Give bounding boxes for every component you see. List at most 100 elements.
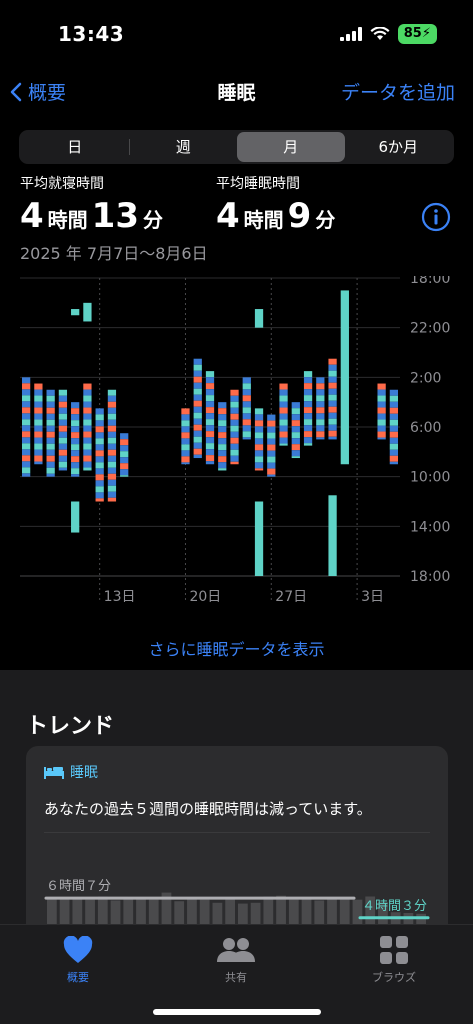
sleep-bar [181,426,190,433]
sleep-bar [58,401,68,408]
sleep-bar [279,413,288,420]
show-more-sleep-data-link[interactable]: さらに睡眠データを表示 [0,636,473,660]
sleep-bar [291,420,300,427]
sleep-bar [58,467,68,471]
sleep-bar [254,426,264,433]
add-data-button[interactable]: データを追加 [341,78,455,105]
sleep-bar [71,468,80,475]
sleep-bar [389,389,398,396]
sleep-bar [71,402,80,409]
sleep-bar [58,407,68,414]
sleep-bar [120,451,129,458]
sleep-bar [377,407,386,414]
sleep-bar [71,450,80,457]
sleep-bar [377,431,386,438]
sleep-bar [22,473,31,477]
tab-browse-label: ブラウズ [372,971,416,984]
segment-day[interactable]: 日 [21,132,129,162]
sleep-bar [328,382,337,389]
sleep-bar [291,408,300,415]
sleep-bar [95,474,104,481]
tab-bar: 概要 共有 ブラウズ [0,924,473,1024]
sleep-bar [279,395,288,402]
sleep-bar [71,456,80,463]
sleep-bar [83,467,92,471]
sleep-bar [242,389,251,396]
sleep-bar [34,413,43,420]
sleep-bar [328,406,337,413]
info-icon[interactable] [421,202,451,232]
status-icons: 85⚡ [339,24,437,44]
sleep-bar [316,437,325,440]
sleep-bar [205,395,215,402]
sleep-content: 日 週 月 6か月 平均就寝時間 4 時間 13 分 平均睡眠時間 4 時間 9 分 202… [0,118,473,670]
sleep-bar [218,426,227,433]
sleep-trend-card[interactable]: 睡眠 あなたの過去５週間の睡眠時間は減っています。 ６時間７分 ４時間３分 [26,746,448,946]
sleep-bar [254,444,264,451]
sleep-bar [46,467,55,474]
tab-summary[interactable]: 概要 [28,935,128,985]
sleep-bar [95,438,104,445]
sleep-bar [242,413,251,420]
tab-sharing[interactable]: 共有 [186,935,286,985]
battery-level: 85 [403,26,422,41]
sleep-bar [181,420,190,427]
heart-icon [63,936,93,963]
sleep-bar [389,395,398,402]
sleep-bar [230,449,239,456]
y-tick-label: 18:00 [410,569,450,585]
sleep-bar [389,437,398,444]
tab-summary-icon-wrap [28,935,128,965]
sleep-bar [83,419,92,426]
sleep-bar [377,383,386,390]
sleep-bar [181,456,190,463]
sleep-bar [58,437,68,444]
sleep-bar [316,431,325,438]
segment-month[interactable]: 月 [237,132,345,162]
sleep-bar [22,401,31,408]
sleep-bar [316,389,325,396]
sleep-bar [218,408,227,415]
sleep-bar [377,419,386,426]
sleep-bar [230,389,239,396]
sleep-bar [95,456,104,463]
current-label: ４時間３分 [362,899,427,914]
sleep-bar [107,449,117,456]
people-icon [217,938,255,962]
sleep-bar [230,425,239,432]
sleep-bar [267,450,276,457]
tab-browse[interactable]: ブラウズ [344,935,444,985]
sleep-bar [46,425,55,432]
sleep-bar [107,419,117,426]
sleep-bar [303,407,313,414]
nap-bar [328,495,337,576]
sleep-bar [316,413,325,420]
sleep-bar [267,444,276,451]
sleep-bar [107,479,117,486]
navigation-bar: 概要 睡眠 データを追加 [0,70,473,114]
sleep-bar [71,408,80,415]
sleep-schedule-chart[interactable]: 18:00 22:00 2:00 6:00 10:00 14:00 18:00 13日 20日 2… [0,276,473,606]
tab-browse-icon-wrap [344,935,444,965]
sleep-bar [34,383,43,390]
sleep-bar [107,467,117,474]
sleep-bar [34,389,43,396]
sleep-bar [205,437,215,444]
sleep-bar [303,383,313,390]
sleep-bar [95,462,104,469]
sleep-bar [95,432,104,439]
nap-bar [71,501,80,533]
sleep-bar [205,443,215,450]
sleep-bar [107,497,117,502]
sleep-bar [46,443,55,450]
sleep-bar [120,463,129,470]
sleep-bar [58,461,68,468]
sleep-bar [377,401,386,408]
segment-six-months[interactable]: 6か月 [345,132,453,162]
sleep-bar [316,401,325,408]
sleep-bar [230,461,239,465]
sleep-bar [193,424,202,431]
sleep-bar [34,443,43,450]
sleep-bar [22,467,31,474]
segment-week[interactable]: 週 [130,132,238,162]
